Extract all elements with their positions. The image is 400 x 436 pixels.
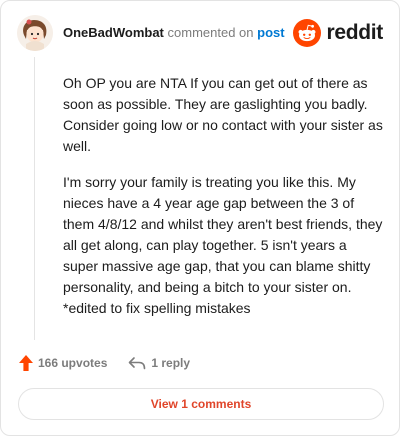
upvote-arrow-icon [19,355,33,371]
upvote-count: 166 upvotes [38,356,108,370]
comment-actions: 166 upvotes 1 reply [19,355,190,371]
reply-arrow-icon [129,357,146,370]
view-comments-label: View 1 comments [150,397,252,411]
comment-header: OneBadWombat commented on post [63,25,285,41]
comment-paragraph: I'm sorry your family is treating you li… [63,174,383,316]
reddit-logo[interactable]: reddit [293,19,383,47]
avatar[interactable] [17,15,53,51]
reply-count: 1 reply [151,356,191,370]
reddit-alien-icon [293,19,322,47]
username[interactable]: OneBadWombat [63,25,164,40]
view-comments-button[interactable]: View 1 comments [18,388,384,420]
reply-button[interactable]: 1 reply [128,356,190,370]
post-link[interactable]: post [257,25,284,40]
thread-line[interactable] [34,57,35,340]
logo-text: reddit [326,21,383,44]
comment-paragraph: Oh OP you are NTA If you can get out of … [63,75,383,154]
comment-card: OneBadWombat commented on post reddit Oh… [0,0,400,436]
action-text: commented on [167,25,254,40]
avatar-image [17,15,53,51]
upvote-button[interactable]: 166 upvotes [19,355,107,371]
comment-body: Oh OP you are NTA If you can get out of … [63,73,383,334]
